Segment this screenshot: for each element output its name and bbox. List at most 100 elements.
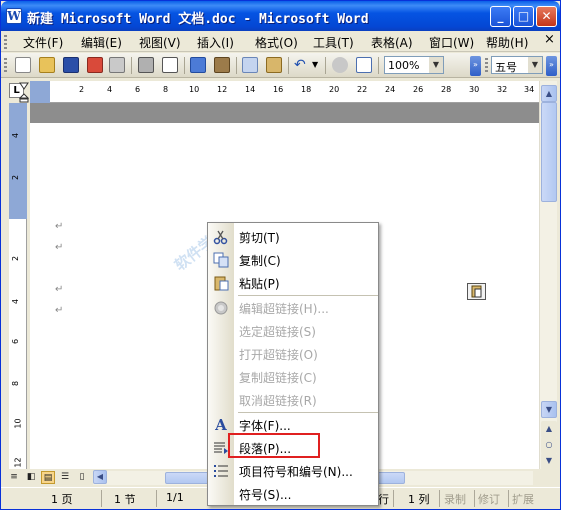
ruler-number: 26	[413, 85, 424, 94]
paste-toolbar-icon[interactable]	[266, 57, 282, 73]
indent-marker-icon[interactable]	[19, 82, 29, 103]
zoom-combo[interactable]: 100% ▼	[384, 56, 444, 74]
open-folder-icon[interactable]	[39, 57, 55, 73]
toolbar-grip[interactable]	[4, 58, 7, 73]
menu-item-select-hyperlink[interactable]: 选定超链接(S)	[208, 319, 378, 342]
paragraph-mark: ↵	[55, 284, 64, 295]
save-icon[interactable]	[63, 57, 79, 73]
scroll-down-button[interactable]: ▼	[541, 401, 557, 418]
select-browse-object-button[interactable]: ○	[541, 437, 557, 454]
font-size-value: 五号	[495, 61, 517, 74]
menubar-close-doc-button[interactable]: ×	[544, 32, 555, 47]
reading-view-icon[interactable]: ▯	[75, 471, 89, 484]
print-icon[interactable]	[138, 57, 154, 73]
format-toolbar-chevron[interactable]: »	[546, 56, 557, 76]
ruler-number: 28	[441, 85, 452, 94]
standard-toolbar: ↶ ▼ 100% ▼ » 五号 ▼ »	[1, 53, 560, 78]
paste-options-icon[interactable]	[467, 283, 486, 300]
menu-item-copy[interactable]: 复制(C)	[208, 248, 378, 271]
word-app-icon[interactable]: W	[6, 8, 22, 24]
menu-help[interactable]: 帮助(H)	[486, 34, 528, 51]
status-ext[interactable]: 扩展	[512, 491, 534, 507]
vertical-scroll-thumb[interactable]	[541, 102, 557, 202]
menu-file[interactable]: 文件(F)	[23, 34, 63, 51]
insert-table-icon[interactable]	[356, 57, 372, 73]
undo-dropdown-icon[interactable]: ▼	[312, 57, 320, 73]
permission-icon[interactable]	[87, 57, 103, 73]
menu-item-paste[interactable]: 粘贴(P)	[208, 271, 378, 294]
ruler-number: 4	[107, 85, 113, 94]
status-trk[interactable]: 修订	[478, 491, 500, 507]
status-rec[interactable]: 录制	[444, 491, 466, 507]
undo-icon[interactable]: ↶	[294, 57, 310, 73]
title-bar[interactable]: W 新建 Microsoft Word 文档.doc - Microsoft W…	[1, 1, 560, 31]
vruler-number: 12	[13, 457, 23, 468]
vruler-number: 6	[11, 338, 21, 345]
ruler-number: 30	[469, 85, 480, 94]
menu-edit[interactable]: 编辑(E)	[81, 34, 122, 51]
menu-item-symbol[interactable]: 符号(S)...	[208, 482, 378, 505]
status-row: 行	[378, 493, 389, 506]
vruler-number: 2	[11, 174, 21, 181]
chevron-down-icon[interactable]: ▼	[528, 57, 542, 73]
menu-item-label: 复制(C)	[239, 254, 281, 268]
vertical-scrollbar[interactable]: ▲ ▼ ▲ ○ ▼	[539, 81, 557, 470]
format-toolbar-grip[interactable]	[485, 58, 488, 73]
menu-item-edit-hyperlink[interactable]: 编辑超链接(H)...	[208, 296, 378, 319]
toolbar-separator	[184, 57, 185, 74]
toolbar-separator	[236, 57, 237, 74]
maximize-button[interactable]: □	[513, 6, 534, 27]
menu-bar: 文件(F) 编辑(E) 视图(V) 插入(I) 格式(O) 工具(T) 表格(A…	[1, 31, 560, 52]
paragraph-mark: ↵	[55, 221, 64, 232]
menu-item-copy-hyperlink[interactable]: 复制超链接(C)	[208, 365, 378, 388]
status-section: 1 节	[114, 493, 136, 506]
toolbar-separator	[325, 57, 326, 74]
menu-window[interactable]: 窗口(W)	[429, 34, 474, 51]
toolbar-separator	[378, 57, 379, 74]
ruler-number: 10	[189, 85, 200, 94]
menu-item-label: 复制超链接(C)	[239, 371, 317, 385]
font-size-combo[interactable]: 五号 ▼	[491, 56, 543, 74]
next-page-button[interactable]: ▼	[541, 453, 557, 470]
menu-insert[interactable]: 插入(I)	[197, 34, 234, 51]
menu-item-bullets-numbering[interactable]: 项目符号和编号(N)...	[208, 459, 378, 482]
context-menu: 剪切(T) 复制(C) 粘贴(P) 编辑超链接(H)... 选定超链接(S) 打…	[207, 222, 379, 506]
paste-icon	[214, 276, 229, 291]
menu-table[interactable]: 表格(A)	[371, 34, 413, 51]
print-preview-icon[interactable]	[162, 57, 178, 73]
window-title: 新建 Microsoft Word 文档.doc - Microsoft Wor…	[27, 12, 369, 27]
print-layout-view-icon[interactable]: ▤	[41, 471, 55, 484]
menu-tools[interactable]: 工具(T)	[313, 34, 354, 51]
status-page-count: 1/1	[166, 491, 184, 504]
zoom-value: 100%	[388, 59, 420, 72]
status-col: 1 列	[408, 493, 430, 506]
menu-view[interactable]: 视图(V)	[139, 34, 181, 51]
toolbar-options-chevron[interactable]: »	[470, 56, 481, 76]
outline-view-icon[interactable]: ☰	[58, 471, 72, 484]
prev-page-button[interactable]: ▲	[541, 421, 557, 438]
research-icon[interactable]	[214, 57, 230, 73]
new-doc-icon[interactable]	[15, 57, 31, 73]
scroll-left-button[interactable]: ◀	[93, 470, 107, 484]
horizontal-ruler[interactable]: 2 4 6 8 10 12 14 16 18 20 22 24 26 28 30…	[30, 81, 539, 103]
web-view-icon[interactable]: ◧	[24, 471, 38, 484]
menubar-grip[interactable]	[4, 35, 7, 49]
ruler-number: 6	[135, 85, 141, 94]
normal-view-icon[interactable]: ≡	[7, 471, 21, 484]
spelling-icon[interactable]	[190, 57, 206, 73]
copy-toolbar-icon[interactable]	[242, 57, 258, 73]
status-page: 1 页	[51, 493, 73, 506]
vertical-ruler[interactable]: 4 2 2 4 6 8 10 12	[9, 103, 27, 473]
menu-item-open-hyperlink[interactable]: 打开超链接(O)	[208, 342, 378, 365]
hyperlink-toolbar-icon[interactable]	[332, 57, 348, 73]
chevron-down-icon[interactable]: ▼	[429, 57, 443, 73]
minimize-button[interactable]: _	[490, 6, 511, 27]
menu-format[interactable]: 格式(O)	[255, 34, 298, 51]
vruler-number: 2	[11, 255, 21, 262]
email-icon[interactable]	[109, 57, 125, 73]
close-button[interactable]: ✕	[536, 6, 557, 27]
vruler-number: 4	[11, 132, 21, 139]
menu-item-cut[interactable]: 剪切(T)	[208, 225, 378, 248]
scroll-up-button[interactable]: ▲	[541, 85, 557, 102]
menu-item-remove-hyperlink[interactable]: 取消超链接(R)	[208, 388, 378, 411]
